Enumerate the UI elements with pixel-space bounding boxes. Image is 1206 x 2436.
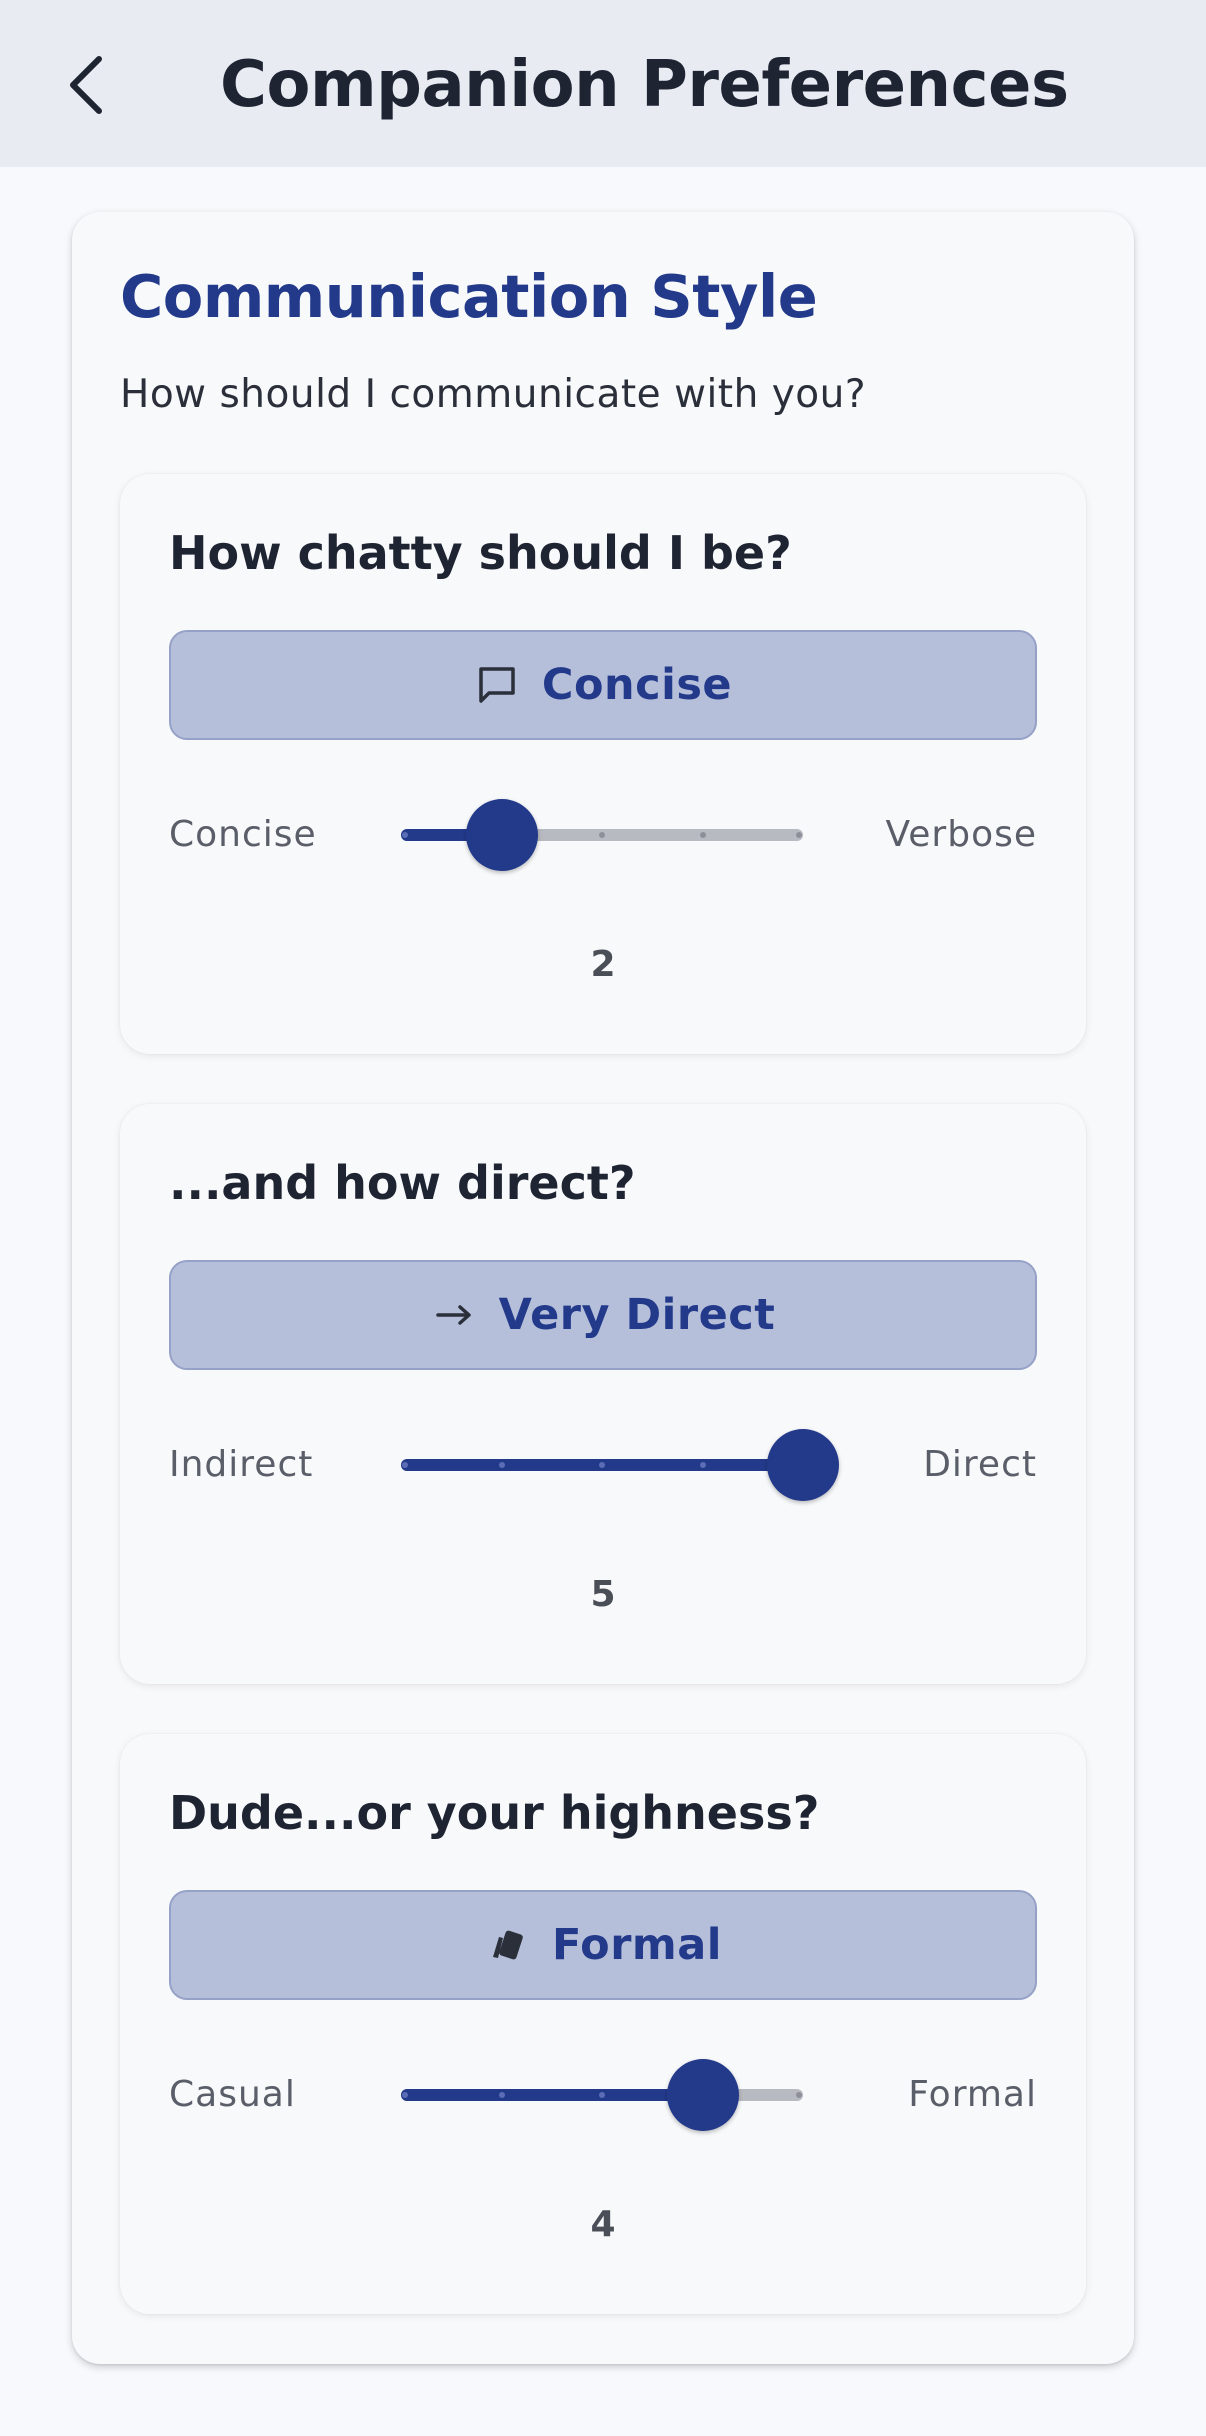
formality-question: Dude...or your highness? — [169, 1786, 820, 1840]
formality-preference-card: Dude...or your highness? Formal Casual F… — [120, 1734, 1086, 2314]
directness-chip-label: Very Direct — [498, 1290, 776, 1340]
formality-chip-label: Formal — [552, 1920, 722, 1970]
slider-tick — [699, 1462, 706, 1468]
directness-question: ...and how direct? — [169, 1156, 636, 1210]
chattiness-value-chip[interactable]: Concise — [169, 630, 1037, 740]
slider-tick — [599, 832, 605, 838]
arrow-right-icon — [431, 1292, 477, 1338]
formality-value-chip[interactable]: Formal — [169, 1890, 1037, 2000]
formality-slider-row: Casual Formal — [169, 2052, 1037, 2138]
slider-tick — [599, 2092, 605, 2098]
chattiness-question: How chatty should I be? — [169, 526, 792, 580]
formality-slider[interactable] — [401, 2052, 803, 2138]
formality-min-label: Casual — [169, 2074, 296, 2115]
directness-slider-row: Indirect Direct — [169, 1422, 1037, 1508]
chattiness-min-label: Concise — [169, 814, 317, 855]
slider-tick — [699, 832, 706, 838]
app-header: Companion Preferences — [0, 0, 1206, 167]
slider-tick — [498, 1462, 505, 1468]
directness-min-label: Indirect — [169, 1444, 314, 1485]
back-button[interactable] — [52, 40, 122, 130]
cards-icon — [484, 1922, 530, 1968]
directness-slider[interactable] — [401, 1422, 839, 1508]
formality-value: 4 — [590, 2204, 616, 2245]
slider-tick — [498, 2092, 505, 2098]
slider-thumb[interactable] — [465, 799, 538, 871]
chevron-left-icon — [70, 56, 102, 114]
slider-tick — [402, 832, 408, 838]
slider-thumb[interactable] — [666, 2059, 739, 2131]
slider-tick — [402, 1462, 408, 1468]
chattiness-slider[interactable] — [401, 792, 803, 878]
slider-thumb[interactable] — [767, 1429, 839, 1501]
section-subtitle: How should I communicate with you? — [120, 372, 867, 417]
directness-value: 5 — [590, 1574, 616, 1615]
slider-fill — [401, 2089, 703, 2101]
directness-max-label: Direct — [923, 1444, 1037, 1485]
formality-max-label: Formal — [908, 2074, 1037, 2115]
chattiness-slider-row: Concise Verbose — [169, 792, 1037, 878]
slider-tick — [796, 832, 802, 838]
page-title: Companion Preferences — [220, 48, 1069, 122]
chattiness-max-label: Verbose — [885, 814, 1037, 855]
directness-value-chip[interactable]: Very Direct — [169, 1260, 1037, 1370]
chattiness-chip-label: Concise — [541, 660, 733, 710]
slider-tick — [402, 2092, 408, 2098]
chattiness-preference-card: How chatty should I be? Concise Concise … — [120, 474, 1086, 1054]
slider-tick — [796, 2092, 802, 2098]
directness-preference-card: ...and how direct? Very Direct Indirect … — [120, 1104, 1086, 1684]
speech-bubble-icon — [474, 662, 520, 708]
slider-tick — [599, 1462, 605, 1468]
communication-style-card: Communication Style How should I communi… — [72, 212, 1134, 2364]
section-title: Communication Style — [120, 262, 818, 331]
chattiness-value: 2 — [590, 944, 616, 985]
